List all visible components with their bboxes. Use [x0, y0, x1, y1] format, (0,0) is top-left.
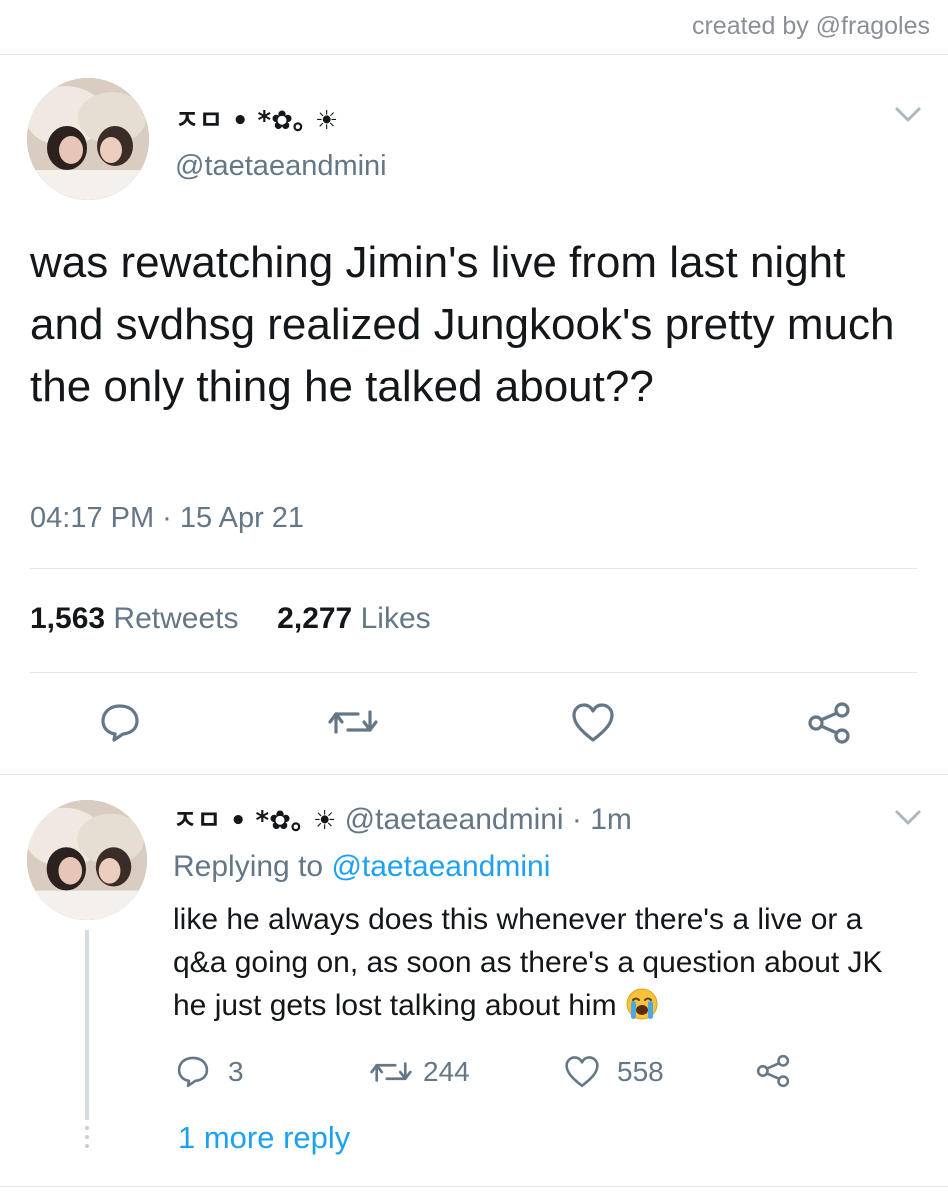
replying-to: Replying to @taetaeandmini: [173, 850, 550, 884]
thread-line: [85, 930, 89, 1120]
tweet-stats: 1,563 Retweets 2,277 Likes: [30, 602, 431, 636]
thread-dots: [85, 1126, 89, 1153]
display-name[interactable]: ㅈㅁ • *✿｡ ☀︎: [175, 100, 338, 137]
chevron-down-icon[interactable]: [893, 808, 923, 828]
heart-icon[interactable]: [570, 702, 616, 744]
avatar-image: [27, 800, 147, 920]
reply-time[interactable]: · 1m: [572, 803, 632, 836]
chevron-down-icon[interactable]: [893, 105, 923, 125]
reply-handle[interactable]: @taetaeandmini: [345, 803, 564, 836]
reply-avatar[interactable]: [27, 800, 147, 920]
retweets-count[interactable]: 1,563: [30, 602, 105, 635]
likes-label[interactable]: Likes: [361, 602, 431, 635]
avatar[interactable]: [27, 78, 149, 200]
divider: [0, 774, 948, 775]
reply-header: ㅈㅁ • *✿｡ ☀︎ @taetaeandmini · 1m: [173, 800, 632, 837]
reply-icon[interactable]: [175, 1053, 211, 1089]
share-icon[interactable]: [755, 1053, 791, 1089]
reply-count[interactable]: 3: [228, 1056, 244, 1088]
reply-text-block: like he always does this whenever there'…: [173, 898, 903, 1027]
tweet-text: was rewatching Jimin's live from last ni…: [30, 238, 895, 411]
tweet-timestamp[interactable]: 04:17 PM · 15 Apr 21: [30, 502, 304, 535]
divider: [0, 54, 948, 55]
retweets-label[interactable]: Retweets: [113, 602, 238, 635]
reply-icon[interactable]: [98, 700, 142, 744]
credit-text: created by @fragoles: [691, 12, 930, 40]
divider: [30, 672, 918, 673]
retweet-icon[interactable]: [370, 1055, 412, 1089]
share-icon[interactable]: [806, 701, 852, 745]
like-count[interactable]: 558: [617, 1056, 664, 1088]
replying-to-label: Replying to: [173, 850, 324, 883]
replying-to-handle[interactable]: @taetaeandmini: [331, 850, 550, 883]
divider: [0, 1186, 948, 1187]
user-handle[interactable]: @taetaeandmini: [175, 150, 387, 183]
retweet-count[interactable]: 244: [423, 1056, 470, 1088]
retweet-icon[interactable]: [328, 702, 378, 742]
reply-text: like he always does this whenever there'…: [173, 903, 883, 1022]
more-replies-link[interactable]: 1 more reply: [178, 1120, 350, 1156]
likes-count[interactable]: 2,277: [277, 602, 352, 635]
heart-icon[interactable]: [563, 1055, 601, 1089]
divider: [30, 568, 918, 569]
avatar-image: [27, 78, 149, 200]
loudly-crying-face-emoji: [626, 988, 658, 1020]
reply-display-name[interactable]: ㅈㅁ • *✿｡ ☀︎: [173, 806, 336, 836]
